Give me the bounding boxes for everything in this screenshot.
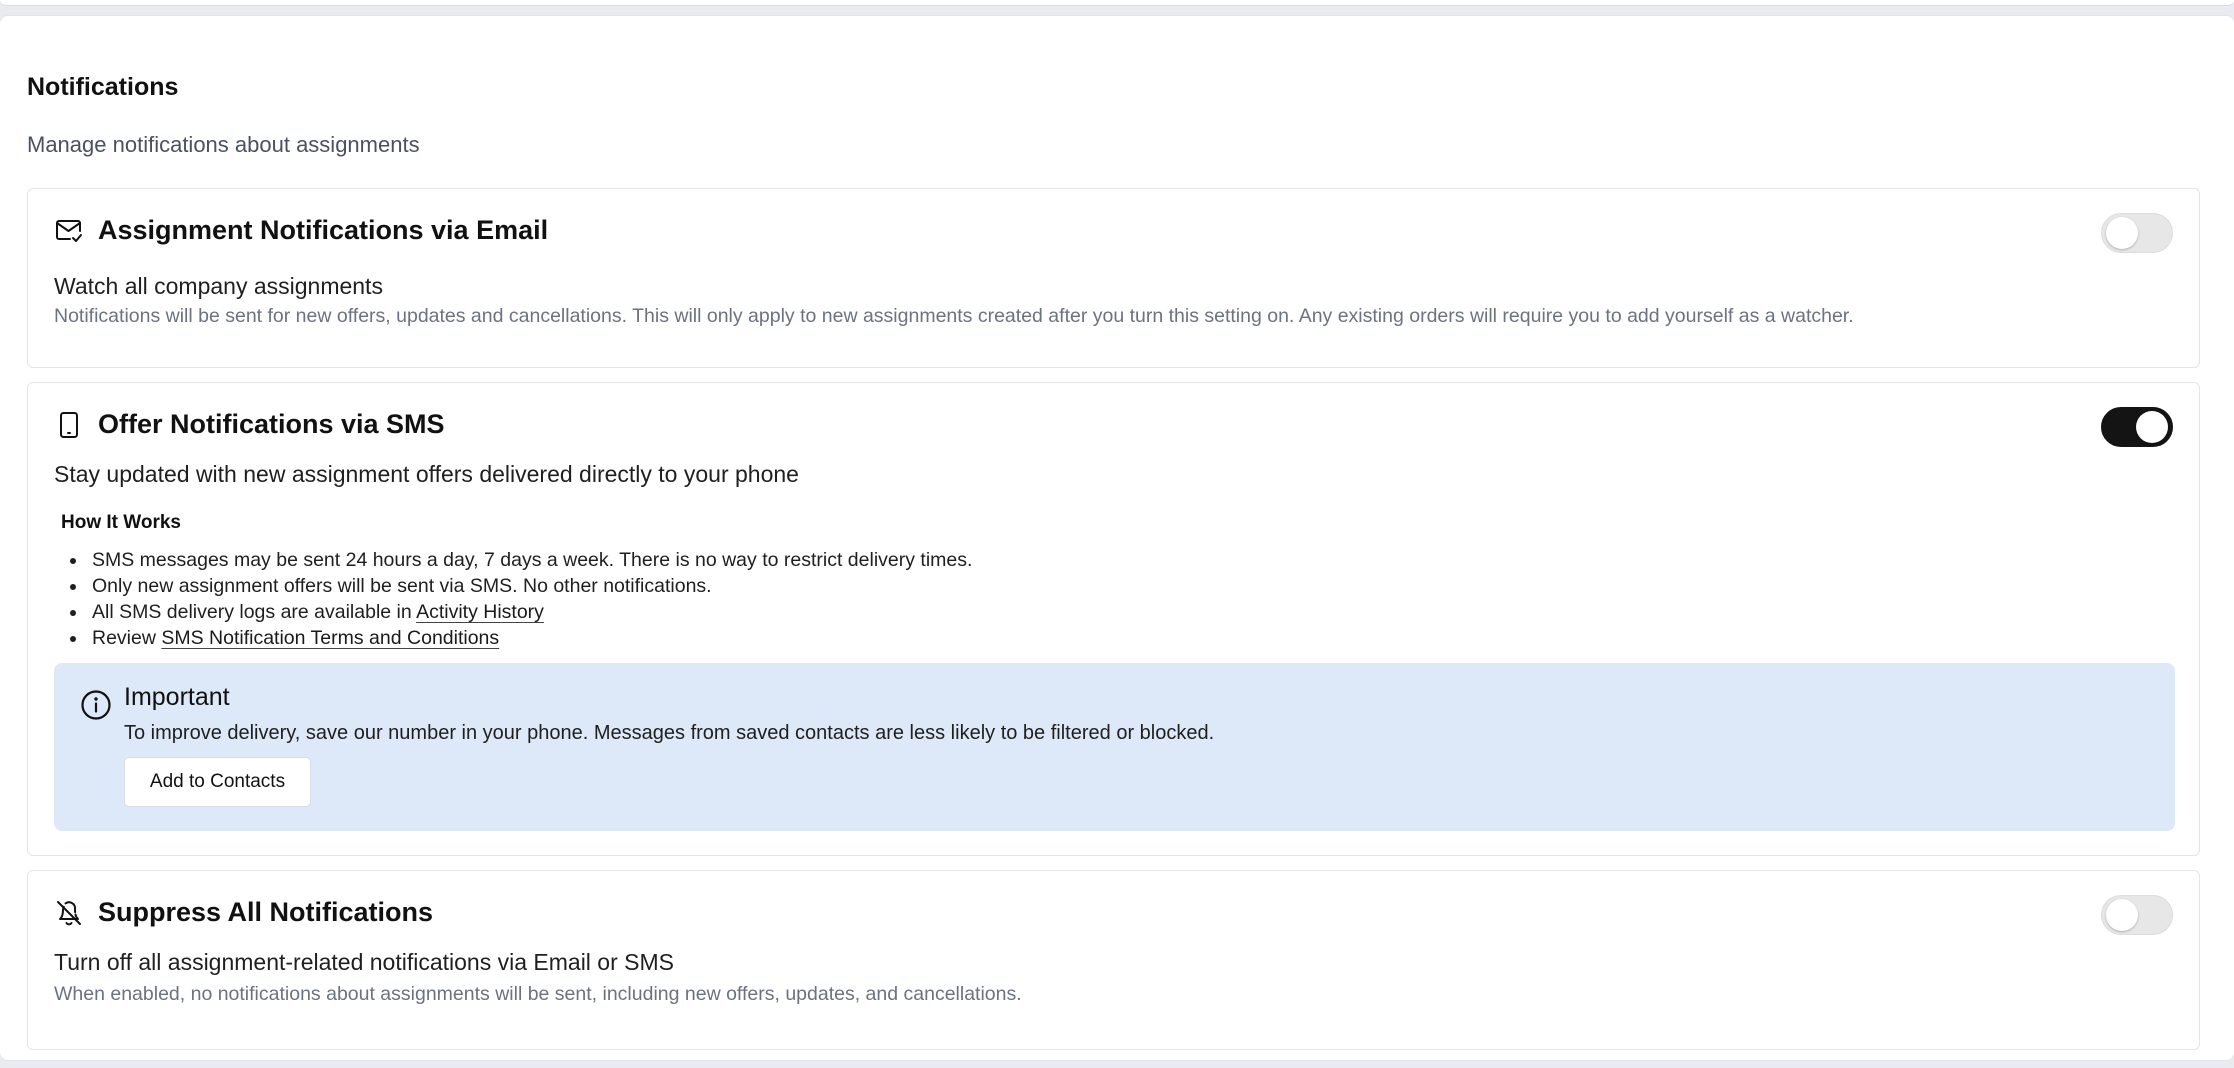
smartphone-icon: [54, 410, 84, 440]
suppress-notifications-toggle[interactable]: [2101, 895, 2173, 935]
alert-title: Important: [124, 683, 230, 711]
list-item: All SMS delivery logs are available in A…: [69, 599, 972, 625]
email-card-header: Assignment Notifications via Email: [54, 215, 548, 246]
section-subtitle: Manage notifications about assignments: [27, 132, 420, 157]
bell-off-icon: [54, 898, 84, 928]
list-item: Review SMS Notification Terms and Condit…: [69, 625, 972, 651]
info-icon: [80, 689, 112, 721]
toggle-knob: [2106, 217, 2138, 249]
list-item: SMS messages may be sent 24 hours a day,…: [69, 549, 973, 571]
suppress-card-title: Suppress All Notifications: [98, 897, 434, 927]
sms-card-header: Offer Notifications via SMS: [54, 409, 445, 440]
how-it-works-title: How It Works: [61, 512, 181, 533]
email-card-title: Assignment Notifications via Email: [98, 215, 549, 245]
activity-history-link[interactable]: Activity History: [416, 601, 544, 623]
suppress-notifications-card: Suppress All Notifications Turn off all …: [27, 870, 2200, 1050]
sms-terms-link[interactable]: SMS Notification Terms and Conditions: [161, 627, 499, 649]
logs-prefix: All SMS delivery logs are available in: [92, 601, 417, 623]
add-to-contacts-button[interactable]: Add to Contacts: [124, 757, 311, 807]
previous-panel-edge: [0, 0, 2234, 6]
email-card-note: Notifications will be sent for new offer…: [54, 305, 1854, 327]
section-title: Notifications: [27, 73, 179, 101]
alert-text: To improve delivery, save our number in …: [124, 722, 1215, 744]
sms-card-description: Stay updated with new assignment offers …: [54, 461, 799, 487]
suppress-card-description: Turn off all assignment-related notifica…: [54, 949, 674, 975]
toggle-knob: [2136, 411, 2168, 443]
suppress-card-header: Suppress All Notifications: [54, 897, 433, 928]
email-notifications-card: Assignment Notifications via Email Watch…: [27, 188, 2200, 368]
sms-notifications-toggle[interactable]: [2101, 407, 2173, 447]
sms-card-title: Offer Notifications via SMS: [98, 409, 445, 439]
suppress-card-note: When enabled, no notifications about ass…: [54, 983, 1022, 1005]
sms-notifications-card: Offer Notifications via SMS Stay updated…: [27, 382, 2200, 856]
email-notifications-toggle[interactable]: [2101, 213, 2173, 253]
notifications-panel: Notifications Manage notifications about…: [0, 16, 2234, 1060]
email-card-description: Watch all company assignments: [54, 273, 383, 299]
how-it-works-list: SMS messages may be sent 24 hours a day,…: [69, 547, 973, 651]
mail-check-icon: [54, 216, 84, 246]
important-alert: Important To improve delivery, save our …: [54, 663, 2175, 831]
review-prefix: Review: [92, 627, 162, 649]
toggle-knob: [2106, 899, 2138, 931]
list-item: Only new assignment offers will be sent …: [69, 573, 972, 599]
